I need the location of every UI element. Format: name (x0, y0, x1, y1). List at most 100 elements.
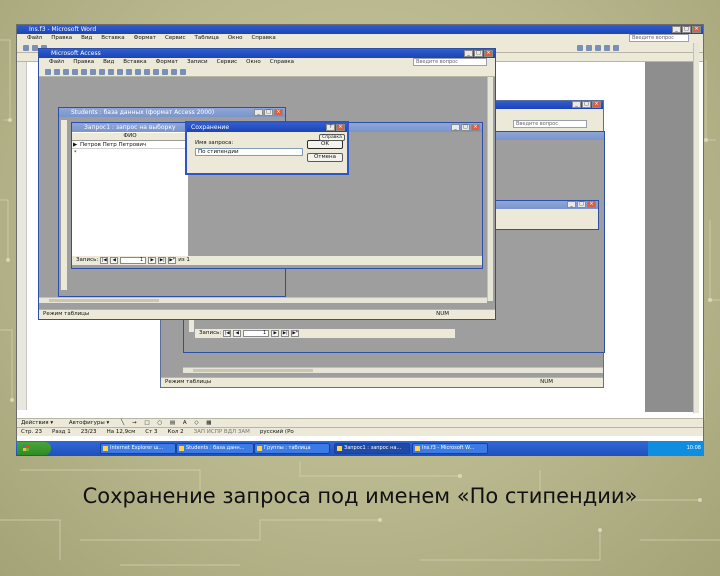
drawing-actions-menu[interactable]: Действия (21, 420, 49, 426)
access-menu-view[interactable]: Вид (103, 58, 114, 67)
close-icon[interactable]: × (484, 50, 493, 57)
taskbar-item-browser[interactable]: Internet Explorer ш... (100, 443, 176, 454)
menu-insert[interactable]: Вставка (101, 34, 124, 43)
delete-icon[interactable] (171, 69, 177, 75)
next-record-icon[interactable]: ▶ (271, 330, 280, 337)
access-horizontal-scrollbar[interactable] (39, 297, 487, 303)
taskbar-item-query[interactable]: Запрос1 : запрос на... (334, 443, 410, 454)
maximize-icon[interactable]: □ (474, 50, 483, 57)
close-icon[interactable]: × (692, 26, 701, 33)
word-help-search[interactable]: Введите вопрос (629, 34, 689, 42)
autoshapes-menu[interactable]: Автофигуры (69, 420, 105, 426)
minimize-icon[interactable]: _ (567, 201, 576, 208)
close-icon[interactable]: × (587, 201, 596, 208)
database-title-bar[interactable]: Students : база данных (формат Access 20… (59, 108, 285, 117)
first-record-icon[interactable]: |◀ (100, 257, 109, 264)
maximize-icon[interactable]: □ (582, 101, 591, 108)
sort-asc-icon[interactable] (126, 69, 132, 75)
access-menu-insert[interactable]: Вставка (123, 58, 146, 67)
first-record-icon[interactable]: |◀ (223, 330, 232, 337)
access-vertical-scrollbar[interactable] (487, 77, 493, 301)
access-menu-format[interactable]: Формат (156, 58, 178, 67)
new-object-icon[interactable] (162, 69, 168, 75)
next-record-icon[interactable]: ▶ (148, 257, 157, 264)
list-icon[interactable] (613, 45, 619, 51)
maximize-icon[interactable]: □ (264, 109, 273, 116)
prev-record-icon[interactable]: ◀ (110, 257, 119, 264)
column-header-fio[interactable]: ФИО (72, 133, 188, 141)
align-right-icon[interactable] (595, 45, 601, 51)
menu-window[interactable]: Окно (228, 34, 243, 43)
bg-nav-record-number[interactable]: 1 (243, 330, 270, 337)
minimize-icon[interactable]: _ (672, 26, 681, 33)
help-icon[interactable] (180, 69, 186, 75)
new-record-icon[interactable]: ▶* (168, 257, 177, 264)
undo-icon[interactable] (117, 69, 123, 75)
minimize-icon[interactable]: _ (464, 50, 473, 57)
menu-help[interactable]: Справка (251, 34, 275, 43)
maximize-icon[interactable]: □ (577, 201, 586, 208)
minimize-icon[interactable]: _ (572, 101, 581, 108)
nav-record-number[interactable]: 1 (120, 257, 147, 264)
close-icon[interactable]: × (471, 124, 480, 131)
taskbar-item-groups-table[interactable]: Группы : таблица (254, 443, 330, 454)
copy-icon[interactable] (99, 69, 105, 75)
new-icon[interactable] (23, 45, 29, 51)
word-title-bar[interactable]: Ins.f3 - Microsoft Word _ □ × (17, 25, 703, 34)
cell-fio[interactable]: Петров Петр Петрович (80, 142, 146, 148)
close-icon[interactable]: × (274, 109, 283, 116)
menu-format[interactable]: Формат (134, 34, 156, 43)
minimize-icon[interactable]: _ (451, 124, 460, 131)
last-record-icon[interactable]: ▶| (158, 257, 167, 264)
new-record-icon[interactable]: ▶* (291, 330, 300, 337)
align-left-icon[interactable] (577, 45, 583, 51)
bg-access-help-search[interactable]: Введите вопрос (513, 120, 587, 128)
cancel-button[interactable]: Отмена (307, 153, 343, 162)
access-menu-file[interactable]: Файл (49, 58, 64, 67)
drawing-tools-icon[interactable]: ╲ → □ ○ ▤ A ◇ ▦ (121, 420, 215, 426)
last-record-icon[interactable]: ▶| (281, 330, 290, 337)
word-vertical-scrollbar[interactable] (693, 43, 699, 413)
table-row[interactable]: ▶ Петров Петр Петрович (72, 141, 188, 149)
ok-button[interactable]: OK (307, 140, 343, 149)
access-menu-edit[interactable]: Правка (73, 58, 94, 67)
cut-icon[interactable] (90, 69, 96, 75)
align-center-icon[interactable] (586, 45, 592, 51)
access-menu-tools[interactable]: Сервис (217, 58, 238, 67)
menu-table[interactable]: Таблица (195, 34, 219, 43)
start-button[interactable] (17, 442, 51, 455)
menu-file[interactable]: Файл (27, 34, 42, 43)
paste-icon[interactable] (108, 69, 114, 75)
sort-desc-icon[interactable] (135, 69, 141, 75)
justify-icon[interactable] (604, 45, 610, 51)
print-icon[interactable] (63, 69, 69, 75)
query-name-field[interactable]: По стипендии (195, 148, 303, 156)
bg-horizontal-scrollbar[interactable] (183, 367, 603, 373)
minimize-icon[interactable]: _ (254, 109, 263, 116)
access-menu-window[interactable]: Окно (246, 58, 261, 67)
close-icon[interactable]: × (336, 124, 345, 131)
access-title-bar[interactable]: Microsoft Access _ □ × (39, 49, 495, 58)
access-menu-records[interactable]: Записи (187, 58, 208, 67)
bg-small-title-bar[interactable]: _ □ × (480, 201, 598, 209)
menu-view[interactable]: Вид (81, 34, 92, 43)
find-icon[interactable] (153, 69, 159, 75)
save-icon[interactable] (54, 69, 60, 75)
view-icon[interactable] (45, 69, 51, 75)
help-button[interactable]: Справка (319, 134, 345, 141)
taskbar-item-database[interactable]: Students : база данн... (176, 443, 254, 454)
access-help-search[interactable]: Введите вопрос (413, 58, 487, 66)
spelling-icon[interactable] (81, 69, 87, 75)
menu-edit[interactable]: Правка (51, 34, 72, 43)
maximize-icon[interactable]: □ (682, 26, 691, 33)
filter-icon[interactable] (144, 69, 150, 75)
new-record-row[interactable]: * (72, 149, 188, 157)
preview-icon[interactable] (72, 69, 78, 75)
dialog-help-icon[interactable]: ? (326, 124, 335, 131)
maximize-icon[interactable]: □ (461, 124, 470, 131)
close-icon[interactable]: × (592, 101, 601, 108)
taskbar-item-word[interactable]: Ins.f3 - Microsoft W... (412, 443, 488, 454)
menu-tools[interactable]: Сервис (165, 34, 186, 43)
access-menu-help[interactable]: Справка (270, 58, 294, 67)
prev-record-icon[interactable]: ◀ (233, 330, 242, 337)
